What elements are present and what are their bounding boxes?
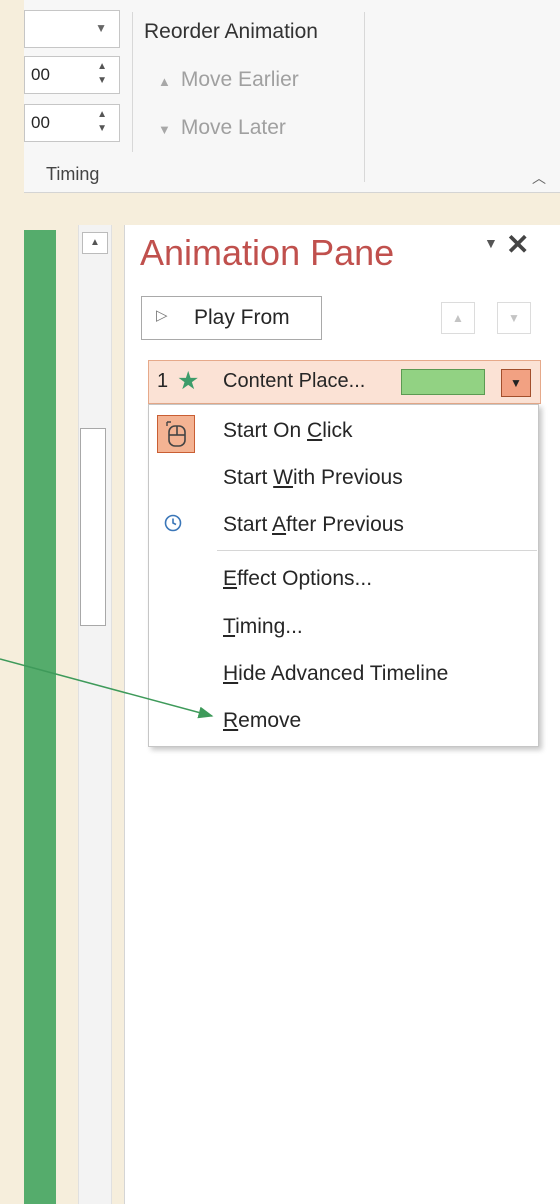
menu-item-text: emove (238, 709, 302, 732)
delay-spinner[interactable]: 00 ▲ ▼ (24, 104, 120, 142)
menu-item-timing[interactable]: Timing... (223, 615, 303, 639)
menu-item-text: Start (223, 466, 274, 489)
star-icon: ★ (177, 367, 200, 395)
delay-value: 00 (31, 113, 50, 132)
timing-start-dropdown[interactable]: ▼ (24, 10, 120, 48)
menu-item-accesskey: A (272, 513, 287, 536)
reorder-animation-title: Reorder Animation (144, 20, 318, 43)
close-icon[interactable]: ✕ (506, 228, 529, 261)
move-down-button[interactable]: ▼ (497, 302, 531, 334)
move-later-button[interactable]: ▼ Move Later (158, 116, 286, 140)
clock-icon (164, 514, 182, 532)
menu-item-text: iming... (235, 615, 303, 638)
triangle-down-icon: ▼ (158, 122, 171, 137)
duration-spinner[interactable]: 00 ▲ ▼ (24, 56, 120, 94)
slide-edge (24, 230, 56, 1204)
menu-item-accesskey: E (223, 567, 238, 590)
play-from-button[interactable]: ▷ Play From (141, 296, 322, 340)
menu-item-accesskey: C (307, 419, 323, 442)
pane-title: Animation Pane (140, 232, 395, 273)
menu-item-remove[interactable]: Remove (223, 709, 301, 733)
menu-item-text: ffect Options... (237, 567, 373, 590)
move-later-label: Move Later (180, 116, 286, 139)
menu-item-hide-advanced-timeline[interactable]: Hide Advanced Timeline (223, 662, 448, 686)
chevron-down-icon: ▼ (95, 21, 107, 35)
menu-item-effect-options[interactable]: Effect Options... (223, 567, 372, 591)
vertical-scrollbar[interactable] (78, 225, 112, 1204)
menu-item-text: ide Advanced Timeline (238, 662, 449, 685)
group-divider (132, 12, 133, 152)
context-menu: Start On Click Start With Previous Start… (148, 404, 539, 747)
menu-item-text: Start (223, 513, 273, 536)
menu-item-text: lick (322, 419, 353, 442)
scroll-up-icon[interactable]: ▲ (82, 232, 108, 254)
group-divider (364, 12, 365, 182)
menu-item-accesskey: H (223, 662, 239, 685)
menu-item-accesskey: R (223, 709, 239, 732)
menu-item-start-after-previous[interactable]: Start After Previous (223, 513, 404, 537)
spinner-arrows-icon[interactable]: ▲ ▼ (97, 60, 107, 88)
animation-item-label: Content Place... (223, 370, 366, 392)
move-earlier-label: Move Earlier (180, 68, 299, 91)
mouse-click-icon (157, 415, 195, 453)
menu-item-start-with-previous[interactable]: Start With Previous (223, 466, 403, 490)
duration-value: 00 (31, 65, 50, 84)
item-dropdown-button[interactable]: ▼ (501, 369, 531, 397)
spinner-arrows-icon[interactable]: ▲ ▼ (97, 108, 107, 136)
animation-order-number: 1 (157, 370, 169, 392)
menu-item-accesskey: T (223, 615, 236, 638)
menu-item-start-on-click[interactable]: Start On Click (223, 419, 353, 443)
move-earlier-button[interactable]: ▲ Move Earlier (158, 68, 299, 92)
timing-group-label: Timing (46, 164, 100, 184)
menu-item-text: fter Previous (286, 513, 404, 536)
scrollbar-thumb[interactable] (80, 428, 106, 626)
animation-list-item[interactable]: 1 ★ Content Place... ▼ (148, 360, 541, 404)
menu-item-accesskey: W (273, 466, 294, 489)
menu-separator (217, 550, 537, 551)
play-icon: ▷ (156, 307, 168, 324)
menu-item-text: ith Previous (293, 466, 403, 489)
move-up-button[interactable]: ▲ (441, 302, 475, 334)
pane-options-chevron-icon[interactable]: ▼ (484, 235, 498, 251)
collapse-ribbon-icon[interactable]: ︿ (532, 168, 546, 188)
triangle-up-icon: ▲ (158, 74, 171, 89)
timeline-bar[interactable] (401, 369, 485, 395)
play-from-label: Play From (194, 306, 290, 329)
menu-item-text: Start On (223, 419, 308, 442)
